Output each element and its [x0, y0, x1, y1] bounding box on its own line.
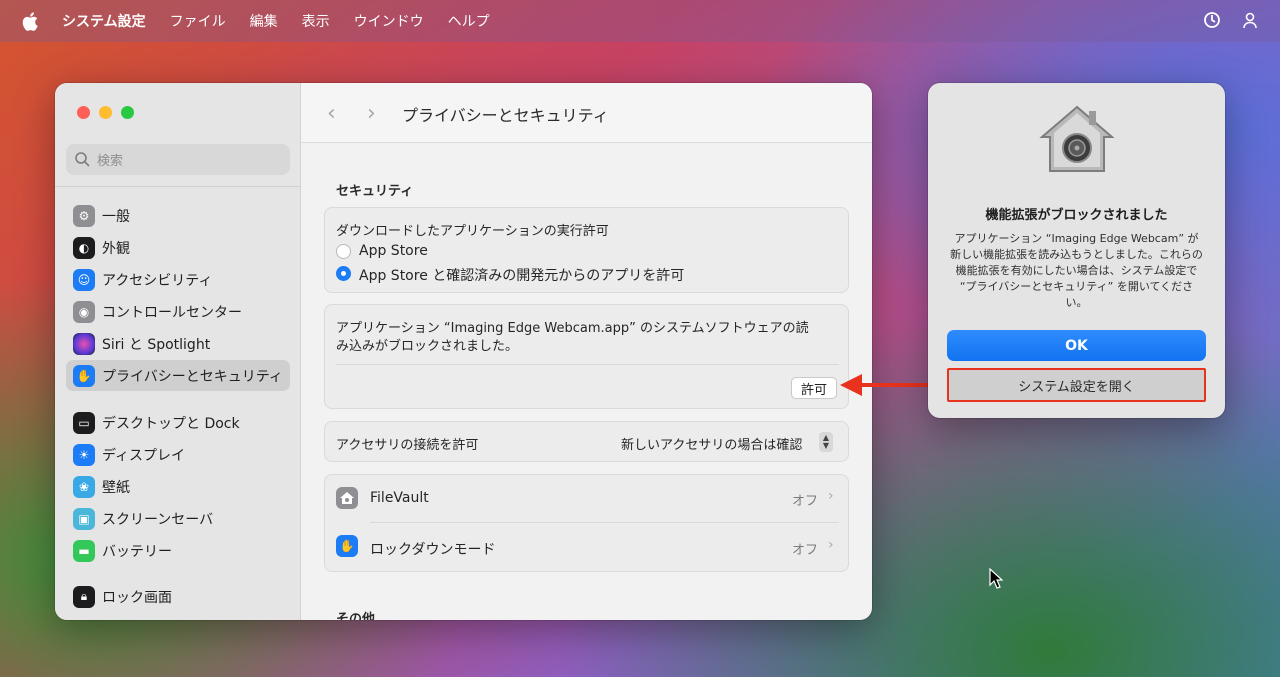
menu-app-name[interactable]: システム設定: [62, 11, 146, 31]
radio-app-store[interactable]: [336, 244, 351, 259]
screen-time-status-icon[interactable]: [1202, 10, 1222, 30]
filevault-lockdown-card: FileVault オフ › ✋ ロックダウンモード オフ ›: [324, 474, 849, 572]
screensaver-icon: ▣: [73, 507, 95, 530]
radio-app-store-and-developers[interactable]: [336, 266, 351, 281]
popup-stepper-icon[interactable]: ▲ ▼: [819, 432, 833, 452]
sidebar-item-general[interactable]: ⚙ 一般: [66, 200, 290, 231]
sidebar-item-label: バッテリー: [102, 543, 172, 560]
battery-icon: ▬: [73, 539, 95, 562]
search-placeholder: 検索: [97, 154, 124, 169]
chevron-right-icon[interactable]: ›: [828, 488, 834, 504]
display-icon: ☀: [73, 443, 95, 466]
page-title: プライバシーとセキュリティ: [402, 106, 609, 125]
menu-view[interactable]: 表示: [302, 11, 330, 31]
filevault-status: オフ: [792, 494, 819, 509]
sidebar-item-appearance[interactable]: ◐ 外観: [66, 232, 290, 263]
download-permission-card: ダウンロードしたアプリケーションの実行許可 App Store App Stor…: [324, 207, 849, 293]
sidebar-item-label: 壁紙: [102, 479, 130, 496]
accessory-connection-value[interactable]: 新しいアクセサリの場合は確認: [621, 434, 802, 453]
search-field[interactable]: 検索: [66, 144, 290, 175]
minimize-window-button[interactable]: [99, 106, 112, 119]
allow-button[interactable]: 許可: [791, 377, 837, 399]
close-window-button[interactable]: [77, 106, 90, 119]
security-section-title: セキュリティ: [336, 184, 414, 199]
alert-message: アプリケーション “Imaging Edge Webcam” が新しい機能拡張を…: [950, 232, 1203, 309]
sidebar-item-label: デスクトップと Dock: [102, 415, 240, 432]
sidebar-item-wallpaper[interactable]: ❀ 壁紙: [66, 471, 290, 502]
divider: [336, 364, 839, 365]
menu-window[interactable]: ウインドウ: [354, 11, 424, 31]
download-permission-heading: ダウンロードしたアプリケーションの実行許可: [336, 224, 609, 239]
sidebar-item-label: アクセシビリティ: [102, 272, 213, 289]
sidebar-item-label: 外観: [102, 240, 130, 257]
blocked-message-line-1: アプリケーション “Imaging Edge Webcam.app” のシステム…: [336, 321, 809, 336]
system-settings-window: 検索 ⚙ 一般 ◐ 外観 ☺ アクセシビリティ ◉ コントロールセンター Sir…: [55, 83, 872, 620]
mouse-cursor-icon: [989, 568, 1003, 589]
forward-chevron-icon[interactable]: ›: [367, 101, 376, 126]
sidebar: 検索 ⚙ 一般 ◐ 外観 ☺ アクセシビリティ ◉ コントロールセンター Sir…: [55, 83, 301, 620]
window-toolbar: ‹ › プライバシーとセキュリティ: [301, 83, 872, 143]
sidebar-item-desktop-dock[interactable]: ▭ デスクトップと Dock: [66, 407, 290, 438]
sidebar-item-siri-spotlight[interactable]: Siri と Spotlight: [66, 328, 290, 359]
sidebar-item-label: ディスプレイ: [102, 447, 186, 464]
annotation-arrow-head: [840, 374, 862, 396]
lockdown-hand-icon: ✋: [336, 535, 358, 557]
chevron-right-icon[interactable]: ›: [828, 537, 834, 553]
ok-button[interactable]: OK: [947, 330, 1206, 361]
dock-icon: ▭: [73, 411, 95, 434]
settings-content: セキュリティ ダウンロードしたアプリケーションの実行許可 App Store A…: [301, 144, 872, 620]
control-center-icon: ◉: [73, 300, 95, 323]
accessory-connection-card: アクセサリの接続を許可 新しいアクセサリの場合は確認 ▲ ▼: [324, 421, 849, 462]
blocked-extension-card: アプリケーション “Imaging Edge Webcam.app” のシステム…: [324, 304, 849, 409]
extension-blocked-alert: 機能拡張がブロックされました アプリケーション “Imaging Edge We…: [928, 83, 1225, 418]
accessory-connection-label: アクセサリの接続を許可: [336, 438, 479, 453]
sidebar-item-displays[interactable]: ☀ ディスプレイ: [66, 439, 290, 470]
sidebar-item-label: スクリーンセーバ: [102, 511, 214, 528]
sidebar-item-label: ロック画面: [102, 589, 172, 606]
back-chevron-icon[interactable]: ‹: [327, 101, 336, 126]
menu-bar: システム設定 ファイル 編集 表示 ウインドウ ヘルプ: [0, 0, 1280, 42]
sidebar-item-label: 一般: [102, 208, 130, 225]
menu-file[interactable]: ファイル: [170, 11, 226, 31]
apple-menu-icon[interactable]: [22, 11, 40, 31]
sidebar-item-label: コントロールセンター: [102, 304, 242, 321]
menu-help[interactable]: ヘルプ: [448, 11, 490, 31]
sidebar-item-label: Siri と Spotlight: [102, 336, 211, 353]
sidebar-item-lock-screen[interactable]: 🔒︎ ロック画面: [66, 581, 290, 612]
alert-title: 機能拡張がブロックされました: [985, 208, 1168, 223]
sidebar-item-accessibility[interactable]: ☺ アクセシビリティ: [66, 264, 290, 295]
sidebar-item-battery[interactable]: ▬ バッテリー: [66, 535, 290, 566]
radio-app-store-and-developers-label[interactable]: App Store と確認済みの開発元からのアプリを許可: [359, 265, 684, 285]
filevault-label[interactable]: FileVault: [370, 490, 429, 506]
radio-app-store-label[interactable]: App Store: [359, 243, 428, 259]
sidebar-item-screensaver[interactable]: ▣ スクリーンセーバ: [66, 503, 290, 534]
sidebar-item-label: プライバシーとセキュリティ: [102, 368, 283, 385]
menu-edit[interactable]: 編集: [250, 11, 278, 31]
appearance-icon: ◐: [73, 236, 95, 259]
user-status-icon[interactable]: [1240, 10, 1260, 30]
zoom-window-button[interactable]: [121, 106, 134, 119]
accessibility-icon: ☺: [73, 268, 95, 291]
lockdown-mode-status: オフ: [792, 543, 819, 558]
open-system-settings-button[interactable]: システム設定を開く: [947, 368, 1206, 402]
search-icon: [75, 152, 90, 167]
sidebar-item-privacy-security[interactable]: ✋ プライバシーとセキュリティ: [66, 360, 290, 391]
gear-icon: ⚙: [73, 204, 95, 227]
blocked-message-line-2: み込みがブロックされました。: [336, 339, 519, 354]
sidebar-divider: [55, 186, 301, 187]
lock-icon: 🔒︎: [73, 585, 95, 608]
siri-icon: [73, 332, 95, 355]
security-house-vault-icon: [1039, 105, 1115, 172]
sidebar-item-control-center[interactable]: ◉ コントロールセンター: [66, 296, 290, 327]
divider: [370, 522, 839, 523]
hand-icon: ✋: [73, 364, 95, 387]
other-section-title: その他: [336, 612, 376, 620]
filevault-house-icon: [336, 487, 358, 509]
wallpaper-icon: ❀: [73, 475, 95, 498]
window-controls: [77, 106, 134, 119]
lockdown-mode-label[interactable]: ロックダウンモード: [370, 539, 495, 559]
